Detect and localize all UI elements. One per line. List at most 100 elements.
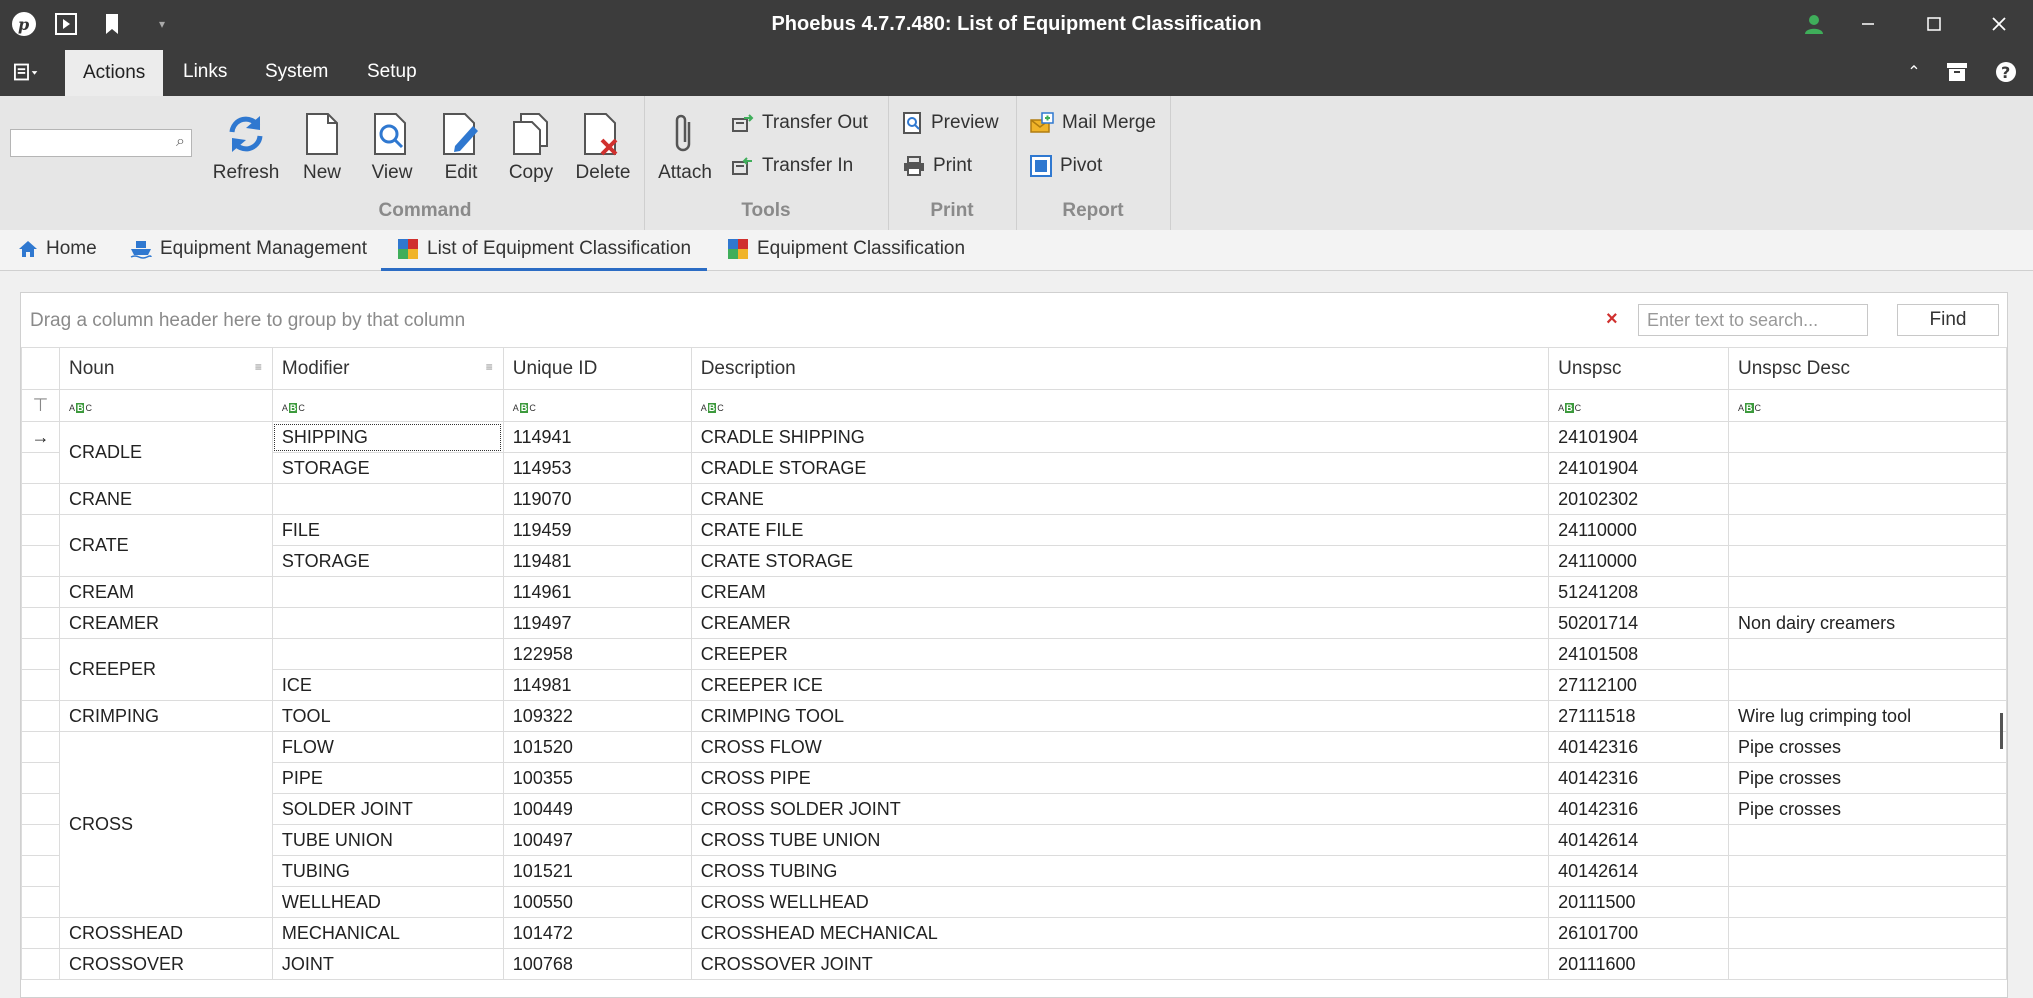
cell-unspsc[interactable]: 24110000 [1548, 514, 1730, 546]
cell-modifier[interactable]: FILE [271, 514, 504, 546]
delete-button[interactable]: Delete [567, 104, 639, 184]
column-header-unique-id[interactable]: Unique ID [502, 347, 692, 390]
cell-noun[interactable]: CROSSHEAD [58, 917, 273, 949]
table-row[interactable]: TUBING 101521 CROSS TUBING 40142614 [21, 855, 2007, 887]
table-row[interactable]: SOLDER JOINT 100449 CROSS SOLDER JOINT 4014… [21, 793, 2007, 825]
menu-links[interactable]: Links [183, 48, 227, 96]
cell-description[interactable]: CRADLE SHIPPING [690, 421, 1550, 453]
table-row[interactable]: PIPE 100355 CROSS PIPE 40142316 Pipe crosses [21, 762, 2007, 794]
cell-unspsc-desc[interactable] [1728, 483, 2007, 515]
cell-unique-id[interactable]: 119497 [502, 607, 692, 639]
cell-unspsc[interactable]: 20111500 [1548, 886, 1730, 918]
cell-unspsc[interactable]: 40142316 [1548, 793, 1730, 825]
cell-unique-id[interactable]: 119070 [502, 483, 692, 515]
tab-equipment-management[interactable]: Equipment Management [130, 230, 367, 268]
collapse-ribbon-icon[interactable]: ⌃ [1900, 58, 1928, 86]
cell-unique-id[interactable]: 100497 [502, 824, 692, 856]
table-row[interactable]: CRANE 119070 CRANE 20102302 [21, 483, 2007, 515]
refresh-button[interactable]: Refresh [210, 104, 282, 184]
help-icon[interactable]: ? [1992, 58, 2020, 86]
cell-unspsc-desc[interactable] [1728, 855, 2007, 887]
minimize-icon[interactable] [1854, 10, 1882, 38]
cell-modifier[interactable]: JOINT [271, 948, 504, 980]
group-panel[interactable]: Drag a column header here to group by th… [21, 293, 2007, 348]
maximize-icon[interactable] [1920, 10, 1948, 38]
cell-modifier[interactable]: WELLHEAD [271, 886, 504, 918]
cell-unspsc-desc[interactable] [1728, 545, 2007, 577]
table-row[interactable]: ICE 114981 CREEPER ICE 27112100 [21, 669, 2007, 701]
vertical-scrollbar[interactable] [2000, 713, 2003, 749]
cell-unique-id[interactable]: 122958 [502, 638, 692, 670]
table-row[interactable]: → CRADLE SHIPPING 114941 CRADLE SHIPPING 2410… [21, 421, 2007, 484]
cell-description[interactable]: CRATE FILE [690, 514, 1550, 546]
cell-unique-id[interactable]: 100449 [502, 793, 692, 825]
cell-unique-id[interactable]: 100550 [502, 886, 692, 918]
cell-unspsc[interactable]: 26101700 [1548, 917, 1730, 949]
cell-unspsc-desc[interactable]: Pipe crosses [1728, 731, 2007, 763]
clear-search-icon[interactable]: × [1606, 308, 1618, 331]
cell-unspsc-desc[interactable] [1728, 421, 2007, 453]
row-indicator[interactable] [21, 948, 60, 980]
archive-icon[interactable] [1943, 58, 1971, 86]
row-indicator[interactable] [21, 762, 60, 794]
row-indicator[interactable] [21, 793, 60, 825]
table-row[interactable]: CREEPER 122958 CREEPER 24101508 [21, 638, 2007, 701]
cell-unspsc[interactable]: 51241208 [1548, 576, 1730, 608]
row-indicator[interactable] [21, 886, 60, 918]
row-indicator[interactable] [21, 452, 60, 484]
row-indicator[interactable] [21, 576, 60, 608]
cell-noun[interactable]: CREAMER [58, 607, 273, 639]
cell-description[interactable]: CROSSHEAD MECHANICAL [690, 917, 1550, 949]
cell-modifier[interactable] [271, 576, 504, 608]
cell-unspsc-desc[interactable] [1728, 948, 2007, 980]
cell-description[interactable]: CREEPER ICE [690, 669, 1550, 701]
cell-unique-id[interactable]: 119481 [502, 545, 692, 577]
cell-modifier[interactable]: TUBE UNION [271, 824, 504, 856]
cell-description[interactable]: CREAMER [690, 607, 1550, 639]
cell-unique-id[interactable]: 114941 [502, 421, 692, 453]
filter-cell-unspsc[interactable]: ABC [1548, 389, 1730, 422]
cell-unspsc[interactable]: 50201714 [1548, 607, 1730, 639]
cell-description[interactable]: CROSS FLOW [690, 731, 1550, 763]
table-row[interactable]: CROSSOVER JOINT 100768 CROSSOVER JOINT 20111… [21, 948, 2007, 980]
table-row[interactable]: CRATE FILE 119459 CRATE FILE 24110000 [21, 514, 2007, 577]
cell-description[interactable]: CRIMPING TOOL [690, 700, 1550, 732]
cell-unspsc-desc[interactable]: Pipe crosses [1728, 762, 2007, 794]
filter-cell-description[interactable]: ABC [690, 389, 1550, 422]
cell-noun[interactable]: CROSSOVER [58, 948, 273, 980]
cell-unique-id[interactable]: 101520 [502, 731, 692, 763]
app-menu-icon[interactable] [14, 58, 42, 86]
cell-unspsc[interactable]: 24101904 [1548, 452, 1730, 484]
mail-merge-button[interactable]: Mail Merge [1030, 112, 1156, 134]
cell-unspsc-desc[interactable] [1728, 452, 2007, 484]
table-row[interactable]: STORAGE 119481 CRATE STORAGE 24110000 [21, 545, 2007, 577]
column-options-icon[interactable]: ≡ [486, 360, 493, 374]
cell-description[interactable]: CROSS WELLHEAD [690, 886, 1550, 918]
cell-unspsc-desc[interactable]: Pipe crosses [1728, 793, 2007, 825]
cell-description[interactable]: CREAM [690, 576, 1550, 608]
cell-unique-id[interactable]: 101472 [502, 917, 692, 949]
table-row[interactable]: CROSS FLOW 101520 CROSS FLOW 40142316 Pipe cr… [21, 731, 2007, 918]
row-indicator[interactable] [21, 669, 60, 701]
cell-modifier[interactable]: SOLDER JOINT [271, 793, 504, 825]
row-indicator[interactable] [21, 917, 60, 949]
table-row[interactable]: TUBE UNION 100497 CROSS TUBE UNION 40142614 [21, 824, 2007, 856]
attach-button[interactable]: Attach [652, 104, 718, 184]
row-indicator[interactable] [21, 545, 60, 577]
filter-cell-noun[interactable]: ABC [58, 389, 273, 422]
cell-noun[interactable]: CRIMPING [58, 700, 273, 732]
table-row[interactable]: CREAM 114961 CREAM 51241208 [21, 576, 2007, 608]
cell-modifier[interactable]: ICE [271, 669, 504, 701]
cell-unspsc-desc[interactable] [1728, 917, 2007, 949]
cell-unspsc-desc[interactable] [1728, 824, 2007, 856]
table-row[interactable]: STORAGE 114953 CRADLE STORAGE 24101904 [21, 452, 2007, 484]
cell-modifier[interactable]: STORAGE [271, 452, 504, 484]
cell-noun[interactable]: CRADLE [58, 421, 273, 484]
filter-cell-unique-id[interactable]: ABC [502, 389, 692, 422]
cell-unique-id[interactable]: 109322 [502, 700, 692, 732]
cell-unspsc-desc[interactable]: Non dairy creamers [1728, 607, 2007, 639]
cell-unspsc-desc[interactable] [1728, 638, 2007, 670]
cell-unspsc[interactable]: 27112100 [1548, 669, 1730, 701]
cell-unique-id[interactable]: 114981 [502, 669, 692, 701]
cell-unspsc-desc[interactable] [1728, 514, 2007, 546]
